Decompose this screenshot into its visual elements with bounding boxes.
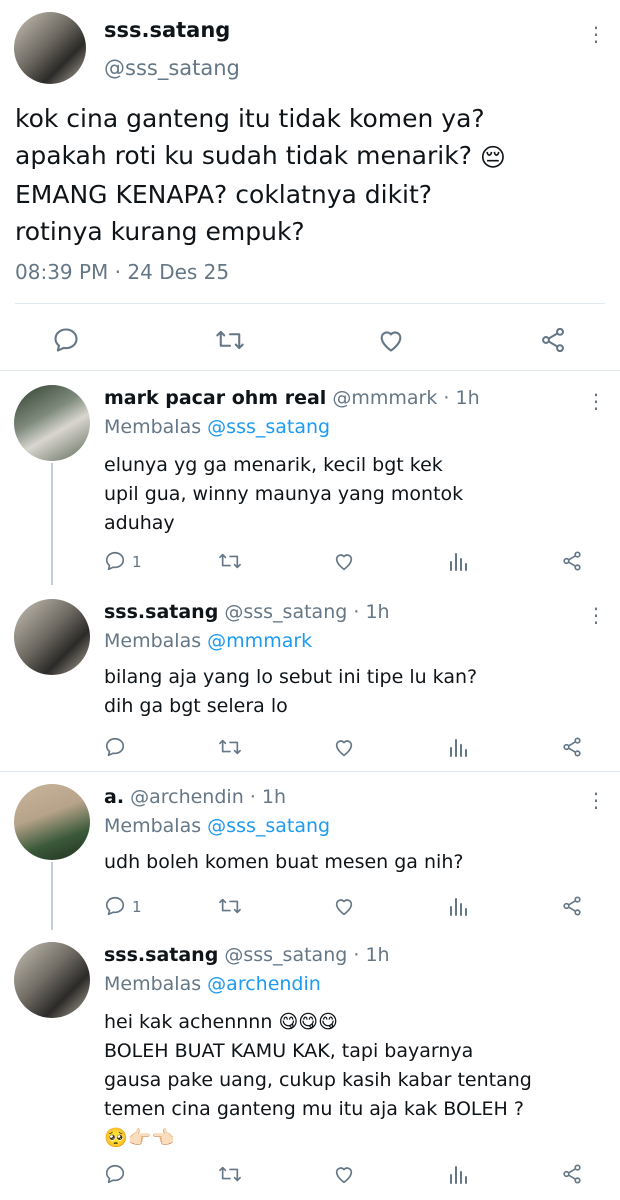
more-options-icon[interactable]: ⋮ (586, 790, 606, 810)
reply-text: hei kak achennnn 😋😋😋 BOLEH BUAT KAMU KAK… (104, 1008, 584, 1153)
tweet-text-line: EMANG KENAPA? coklatnya dikit? (15, 179, 433, 209)
author-handle[interactable]: @archendin (130, 786, 244, 808)
reply-count: 1 (132, 898, 142, 916)
reply-age: 1h (365, 601, 390, 623)
reply-text: udh boleh komen buat mesen ga nih? (104, 851, 464, 873)
tweet-text-line: apakah roti ku sudah tidak menarik? 😔 (15, 137, 595, 176)
tweet-text: kok cina ganteng itu tidak komen ya? apa… (15, 100, 595, 250)
reply-icon[interactable] (52, 326, 80, 354)
share-icon[interactable] (538, 326, 568, 354)
replying-to: Membalas @archendin (104, 973, 321, 995)
pleading-face-emoji: 🥺👉🏻👈🏻 (104, 1127, 175, 1149)
retweet-icon[interactable] (218, 895, 242, 917)
share-icon[interactable] (561, 550, 583, 572)
reply-text: elunya yg ga menarik, kecil bgt kek upil… (104, 454, 464, 534)
author-handle[interactable]: @sss_satang (224, 944, 347, 966)
share-icon[interactable] (561, 736, 583, 758)
retweet-icon[interactable] (218, 550, 242, 572)
author-name[interactable]: sss.satang (104, 944, 218, 966)
reply-icon[interactable] (104, 895, 126, 917)
tweet-date: 24 Des 25 (127, 260, 230, 284)
tweet-time: 08:39 PM (15, 260, 109, 284)
mention-link[interactable]: @mmmark (207, 630, 312, 652)
reply-tweet[interactable]: sss.satang @sss_satang · 1h Membalas @ar… (0, 930, 620, 1200)
reply-tweet[interactable]: mark pacar ohm real @mmmark · 1h ⋮ Memba… (0, 371, 620, 585)
mention-link[interactable]: @archendin (207, 973, 321, 995)
reply-header: sss.satang @sss_satang · 1h (104, 601, 390, 623)
tweet-text-line: kok cina ganteng itu tidak komen ya? (15, 104, 485, 133)
share-icon[interactable] (561, 1163, 583, 1185)
reply-header: mark pacar ohm real @mmmark · 1h (104, 387, 480, 409)
reply-age: 1h (261, 786, 287, 808)
more-options-icon[interactable]: ⋮ (586, 391, 606, 411)
avatar[interactable] (14, 942, 90, 1018)
divider (15, 303, 605, 304)
pensive-face-emoji: 😔 (479, 142, 506, 172)
reply-tweet[interactable]: sss.satang @sss_satang · 1h ⋮ Membalas @… (0, 585, 620, 771)
like-icon[interactable] (332, 550, 356, 572)
tweet-text-line: rotinya kurang empuk? (15, 216, 305, 246)
reply-header: a. @archendin · 1h (104, 786, 287, 808)
analytics-icon[interactable] (448, 895, 468, 917)
mention-link[interactable]: @sss_satang (207, 416, 330, 438)
author-name[interactable]: sss.satang (104, 18, 230, 42)
reply-actions: 1 (0, 892, 620, 922)
replying-to: Membalas @sss_satang (104, 416, 331, 438)
mention-link[interactable]: @sss_satang (207, 815, 330, 837)
analytics-icon[interactable] (448, 550, 468, 572)
share-icon[interactable] (561, 895, 583, 917)
analytics-icon[interactable] (448, 736, 468, 758)
like-icon[interactable] (332, 1163, 356, 1185)
reply-text: bilang aja yang lo sebut ini tipe lu kan… (104, 666, 478, 717)
avatar[interactable] (14, 784, 90, 860)
reply-icon[interactable] (104, 736, 126, 758)
main-tweet: sss.satang @sss_satang ⋮ kok cina ganten… (0, 0, 620, 371)
reply-header: sss.satang @sss_satang · 1h (104, 944, 390, 966)
like-icon[interactable] (332, 895, 356, 917)
tweet-timestamp: 08:39 PM · 24 Des 25 (15, 260, 230, 284)
reply-age: 1h (365, 944, 390, 966)
reply-actions (0, 733, 620, 763)
like-icon[interactable] (376, 326, 406, 354)
reply-actions: 1 (0, 547, 620, 577)
yum-face-emoji: 😋😋😋 (278, 1011, 338, 1033)
author-handle[interactable]: @sss_satang (224, 601, 347, 623)
reply-age: 1h (455, 387, 480, 409)
avatar[interactable] (14, 385, 90, 461)
avatar[interactable] (14, 12, 86, 84)
author-handle[interactable]: @mmmark (332, 387, 437, 409)
analytics-icon[interactable] (448, 1163, 468, 1185)
more-options-icon[interactable]: ⋮ (586, 605, 606, 625)
reply-icon[interactable] (104, 550, 126, 572)
author-name[interactable]: mark pacar ohm real (104, 387, 326, 409)
reply-tweet[interactable]: a. @archendin · 1h ⋮ Membalas @sss_satan… (0, 772, 620, 930)
reply-icon[interactable] (104, 1163, 126, 1185)
retweet-icon[interactable] (218, 1163, 242, 1185)
replying-to: Membalas @mmmark (104, 630, 313, 652)
reply-actions (0, 1160, 620, 1190)
reply-count: 1 (132, 553, 142, 571)
more-options-icon[interactable]: ⋮ (586, 24, 606, 44)
author-handle[interactable]: @sss_satang (104, 56, 240, 80)
author-name[interactable]: sss.satang (104, 601, 218, 623)
avatar[interactable] (14, 599, 90, 675)
replying-to: Membalas @sss_satang (104, 815, 331, 837)
author-name[interactable]: a. (104, 786, 124, 808)
retweet-icon[interactable] (215, 326, 245, 354)
like-icon[interactable] (332, 736, 356, 758)
retweet-icon[interactable] (218, 736, 242, 758)
tweet-actions (0, 320, 620, 362)
